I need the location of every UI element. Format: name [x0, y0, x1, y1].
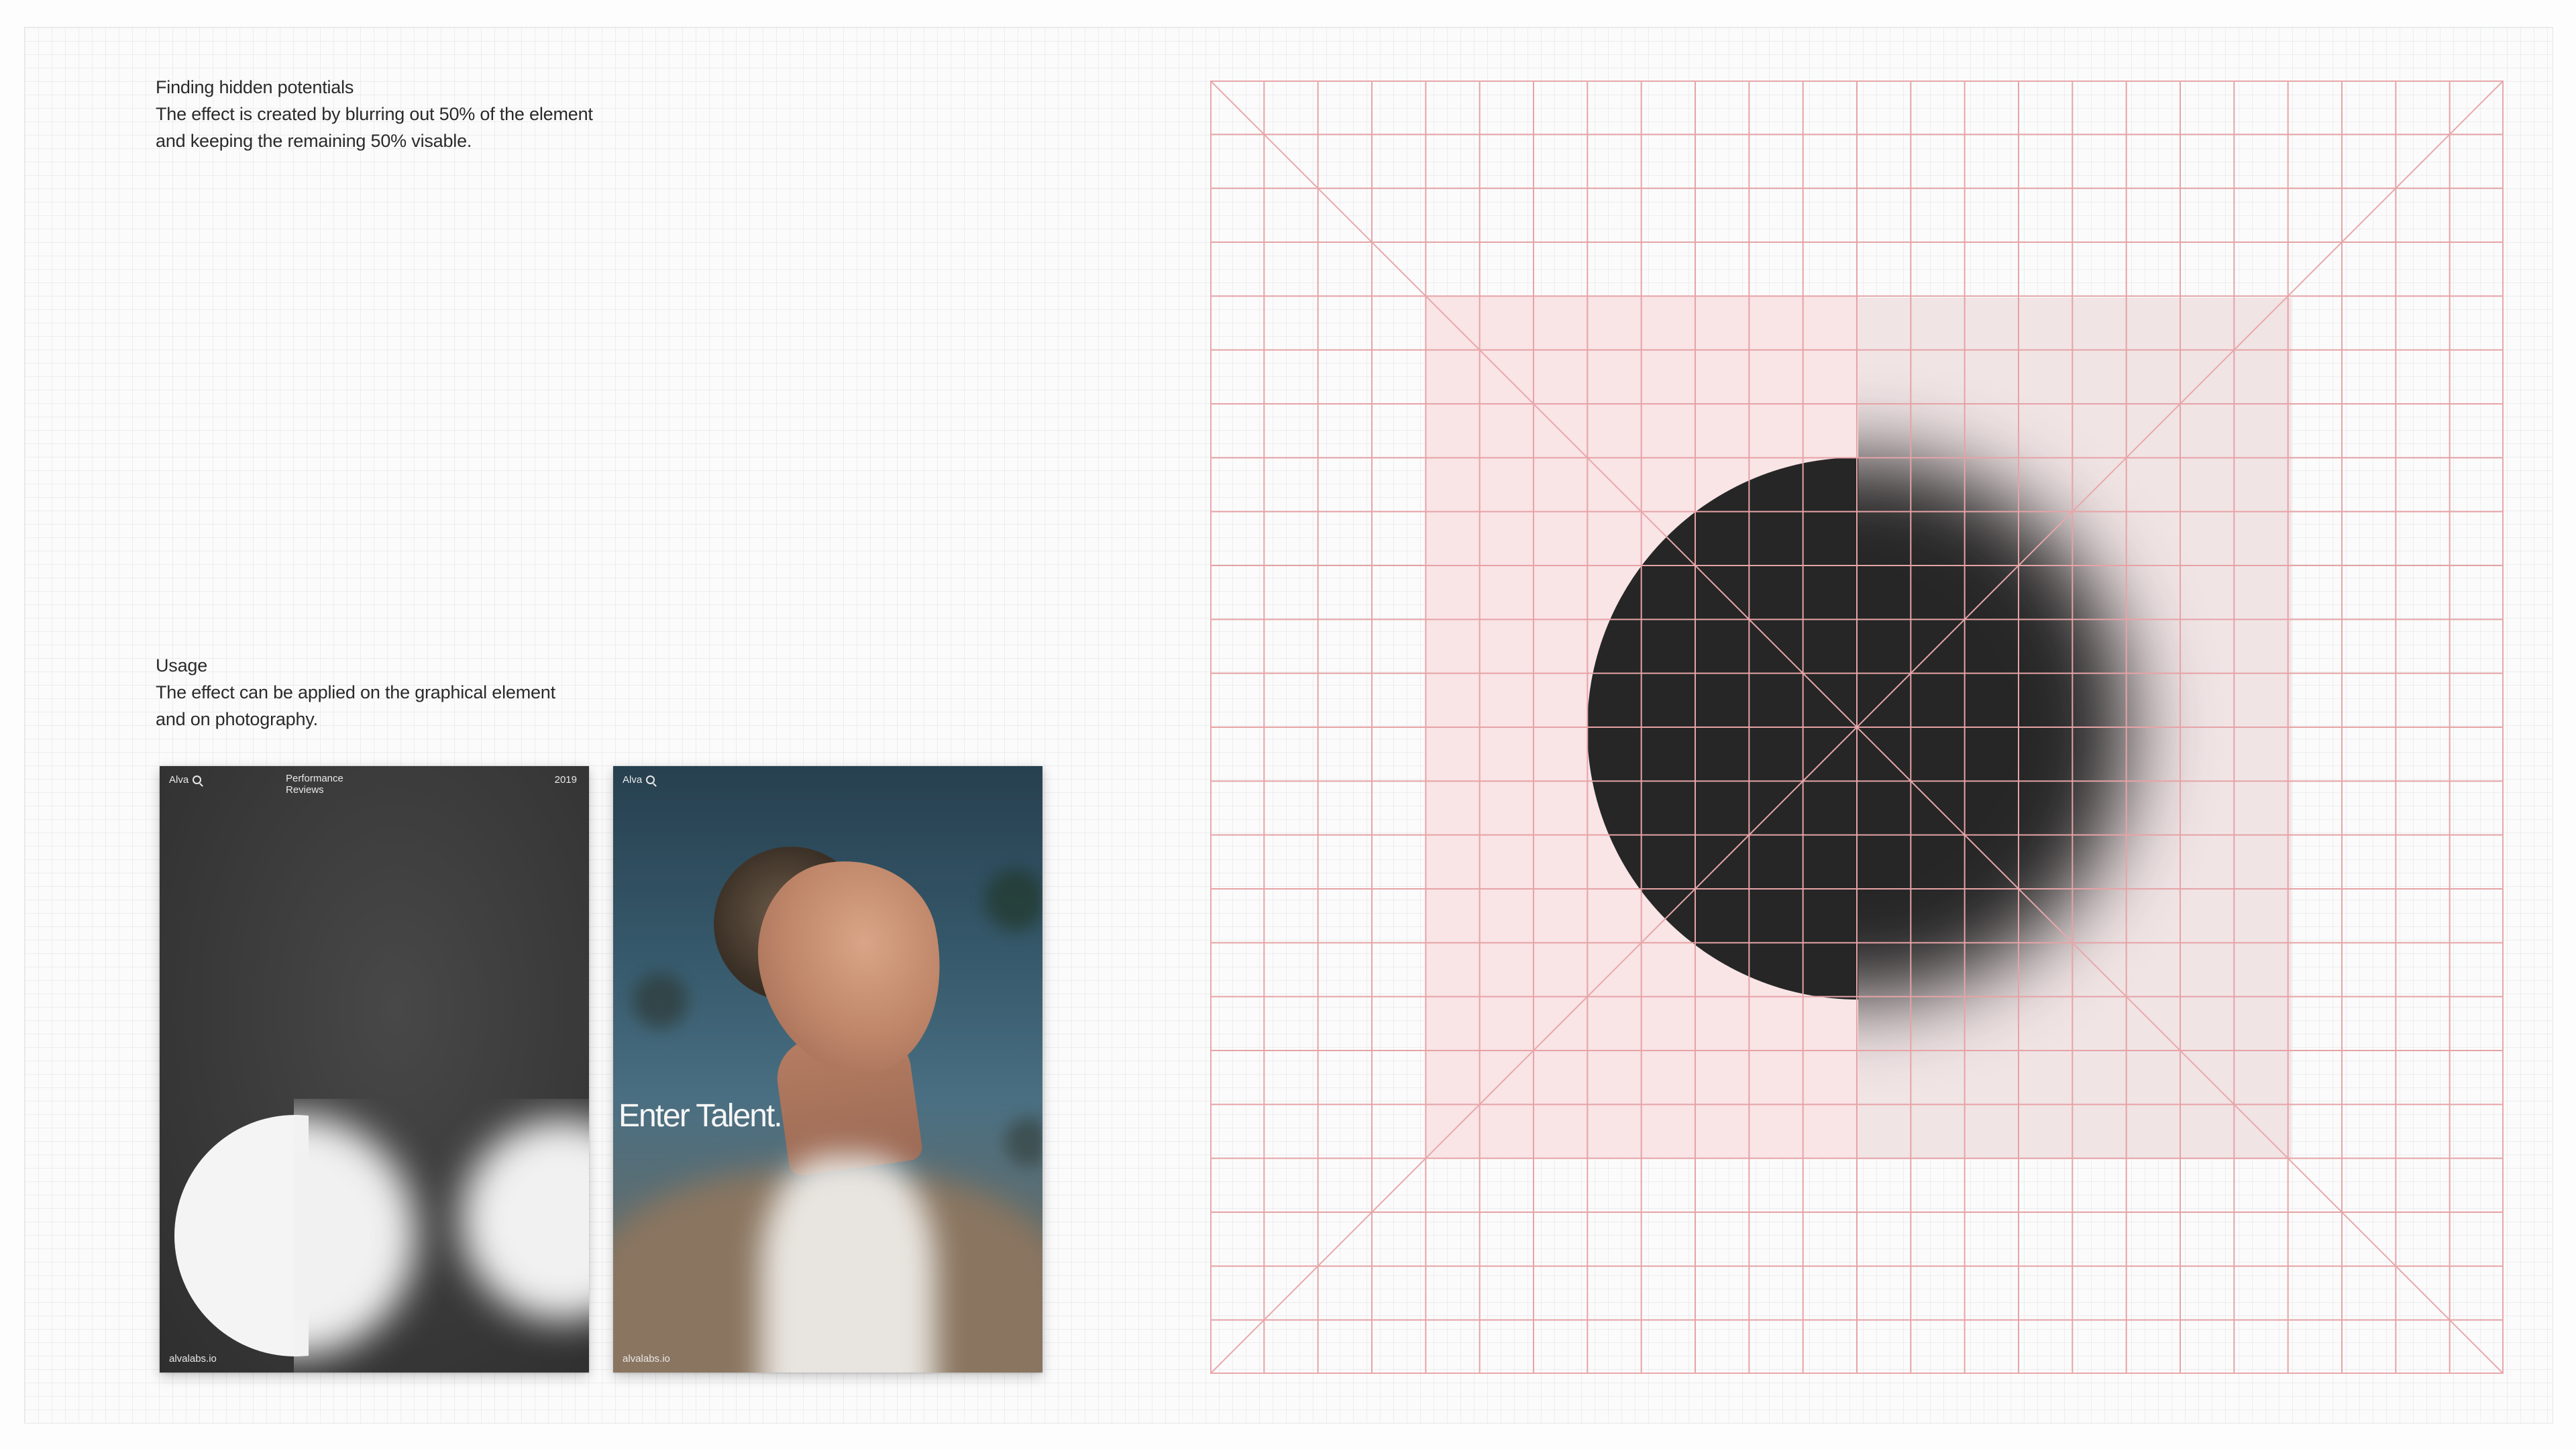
blurred-circle: [462, 1119, 589, 1320]
poster-headline: Enter Talent.: [619, 1098, 783, 1134]
usage-title: Usage: [156, 655, 208, 676]
poster-photo: Alva Enter Talent. alvalabs.io: [613, 766, 1042, 1373]
usage-line-2: and on photography.: [156, 709, 318, 729]
intro-line-2: and keeping the remaining 50% visable.: [156, 131, 472, 151]
blurred-half-panel: [294, 1099, 589, 1373]
blurred-half-panel: [1858, 298, 2292, 1159]
blurred-body: [613, 1142, 1042, 1373]
poster-year: 2019: [554, 774, 577, 786]
poster-graphic: Alva Performance Reviews 2019 alvalabs.i…: [160, 766, 589, 1373]
intro-line-1: The effect is created by blurring out 50…: [156, 104, 593, 124]
usage-line-1: The effect can be applied on the graphic…: [156, 682, 555, 702]
poster-logo: Alva: [623, 774, 655, 786]
poster-subtitle-line-2: Reviews: [286, 784, 324, 796]
canvas: Finding hidden potentials The effect is …: [0, 0, 2576, 1449]
brand-name: Alva: [623, 774, 643, 786]
brand-name: Alva: [169, 774, 189, 786]
poster-subtitle: Performance Reviews: [286, 773, 343, 796]
poster-url: alvalabs.io: [169, 1353, 217, 1364]
person-shirt: [761, 1155, 935, 1373]
blurred-half-circle: [1858, 458, 2129, 1000]
usage-text: Usage The effect can be applied on the g…: [156, 652, 555, 733]
intro-title: Finding hidden potentials: [156, 77, 354, 97]
poster-url: alvalabs.io: [623, 1353, 670, 1364]
poster-logo: Alva: [169, 774, 202, 786]
alva-logo-icon: [646, 775, 655, 784]
alva-logo-icon: [193, 775, 202, 784]
blurred-circle: [294, 1115, 416, 1356]
intro-text: Finding hidden potentials The effect is …: [156, 74, 593, 154]
poster-subtitle-line-1: Performance: [286, 773, 343, 784]
